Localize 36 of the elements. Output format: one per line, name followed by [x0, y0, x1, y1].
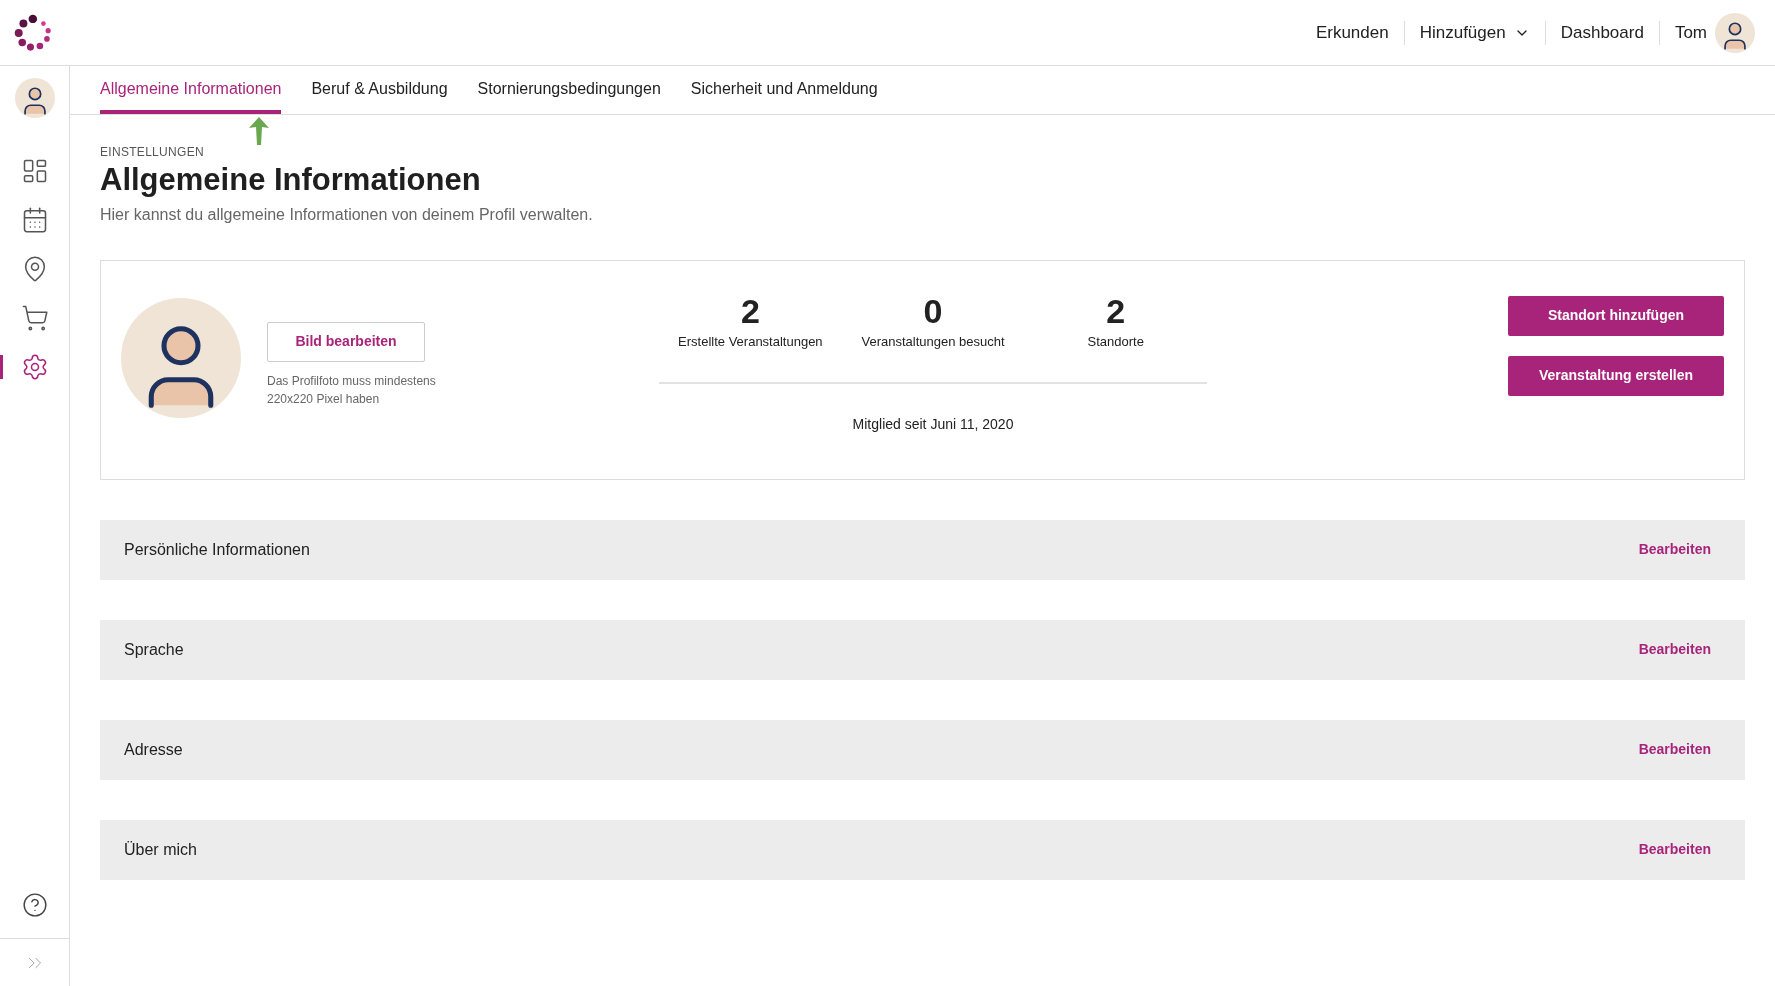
photo-hint: Das Profilfoto muss mindestens 220x220 Pixel haben: [267, 372, 437, 408]
section-title: Persönliche Informationen: [124, 539, 310, 560]
edit-link[interactable]: Bearbeiten: [1638, 739, 1711, 761]
stat-value: 0: [923, 290, 943, 332]
active-indicator: [0, 355, 3, 379]
help-icon[interactable]: [21, 892, 48, 918]
arrow-up-icon: [248, 116, 270, 146]
avatar: [1715, 12, 1755, 53]
stat-value: 2: [1106, 290, 1126, 332]
section-title: Über mich: [124, 839, 197, 860]
action-button[interactable]: Veranstaltung erstellen: [1508, 355, 1724, 396]
section-title: Adresse: [124, 739, 183, 760]
member-since: Mitglied seit Juni 11, 2020: [852, 414, 1014, 434]
tab[interactable]: Stornierungsbedingungen: [477, 66, 661, 114]
nav-link[interactable]: Erkunden: [1300, 19, 1404, 46]
stat-label: Standorte: [1087, 333, 1144, 352]
tab[interactable]: Beruf & Ausbildung: [311, 66, 448, 114]
user-menu[interactable]: Tom: [1659, 19, 1715, 46]
edit-link[interactable]: Bearbeiten: [1638, 639, 1711, 661]
stat-label: Erstellte Veranstaltungen: [678, 333, 823, 352]
nav-dropdown[interactable]: Hinzufügen: [1404, 19, 1545, 46]
edit-link[interactable]: Bearbeiten: [1638, 839, 1711, 861]
avatar: [14, 78, 55, 118]
action-button[interactable]: Standort hinzufügen: [1508, 295, 1724, 336]
page-subtitle: Hier kannst du allgemeine Informationen von deinem Profil verwalten.: [100, 204, 594, 225]
stat-label: Veranstaltungen besucht: [861, 333, 1005, 352]
edit-link[interactable]: Bearbeiten: [1638, 539, 1711, 561]
tab[interactable]: Allgemeine Informationen: [100, 66, 282, 114]
page-title: Allgemeine Informationen: [100, 161, 482, 199]
tab[interactable]: Sicherheit und Anmeldung: [690, 66, 878, 114]
eyebrow-label: EINSTELLUNGEN: [100, 144, 205, 161]
cart-icon: [20, 303, 49, 332]
stat-value: 2: [740, 290, 760, 332]
section-title: Sprache: [124, 639, 184, 660]
nav-link[interactable]: Dashboard: [1545, 19, 1659, 46]
edit-picture-button[interactable]: Bild bearbeiten: [267, 321, 425, 362]
